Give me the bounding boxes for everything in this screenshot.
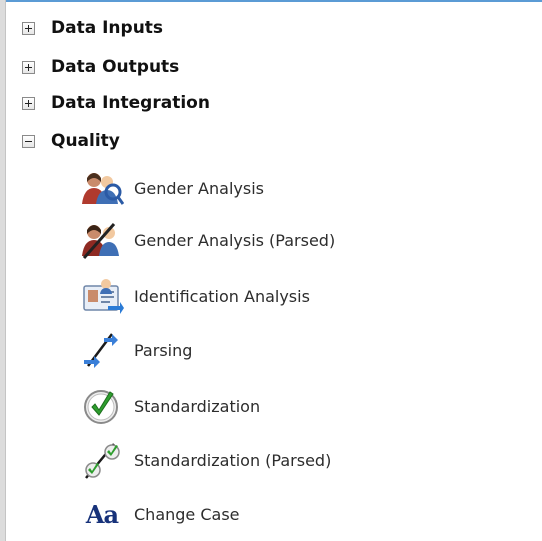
tree-group-quality[interactable]: Quality <box>22 124 120 158</box>
change-case-icon: Aa <box>80 494 124 534</box>
standardization-icon <box>80 386 124 426</box>
collapse-icon[interactable] <box>22 134 35 148</box>
group-label: Data Outputs <box>51 57 180 77</box>
group-label: Data Integration <box>51 93 210 113</box>
gender-analysis-parsed-icon <box>80 220 124 260</box>
expand-icon[interactable] <box>22 60 35 74</box>
item-label: Gender Analysis <box>134 178 264 198</box>
panel-left-edge <box>0 0 6 541</box>
toolbox-tree-panel: Data Inputs Data Outputs Data Integratio… <box>0 0 542 541</box>
change-case-glyph: Aa <box>85 499 119 529</box>
item-label: Standardization (Parsed) <box>134 450 332 470</box>
tree-item-gender-analysis-parsed[interactable]: Gender Analysis (Parsed) <box>80 216 335 264</box>
tree-item-gender-analysis[interactable]: Gender Analysis <box>80 164 264 212</box>
item-label: Gender Analysis (Parsed) <box>134 230 336 250</box>
tree-group-data-outputs[interactable]: Data Outputs <box>22 50 179 84</box>
parsing-icon <box>80 330 124 370</box>
tree-item-parsing[interactable]: Parsing <box>80 326 192 374</box>
tree-item-standardization[interactable]: Standardization <box>80 382 260 430</box>
item-label: Standardization <box>134 396 261 416</box>
item-label: Parsing <box>134 340 193 360</box>
item-label: Change Case <box>134 504 240 524</box>
group-label: Data Inputs <box>51 18 164 38</box>
tree-item-change-case[interactable]: Aa Change Case <box>80 490 240 538</box>
group-label: Quality <box>51 131 120 151</box>
tree-group-data-integration[interactable]: Data Integration <box>22 86 210 120</box>
tree-group-data-inputs[interactable]: Data Inputs <box>22 11 163 45</box>
expand-icon[interactable] <box>22 21 35 35</box>
panel-top-border <box>0 0 542 2</box>
tree-item-identification-analysis[interactable]: Identification Analysis <box>80 272 310 320</box>
standardization-parsed-icon <box>80 440 124 480</box>
item-label: Identification Analysis <box>134 286 310 306</box>
gender-analysis-icon <box>80 168 124 208</box>
expand-icon[interactable] <box>22 96 35 110</box>
tree-item-standardization-parsed[interactable]: Standardization (Parsed) <box>80 436 331 484</box>
identification-analysis-icon <box>80 276 124 316</box>
